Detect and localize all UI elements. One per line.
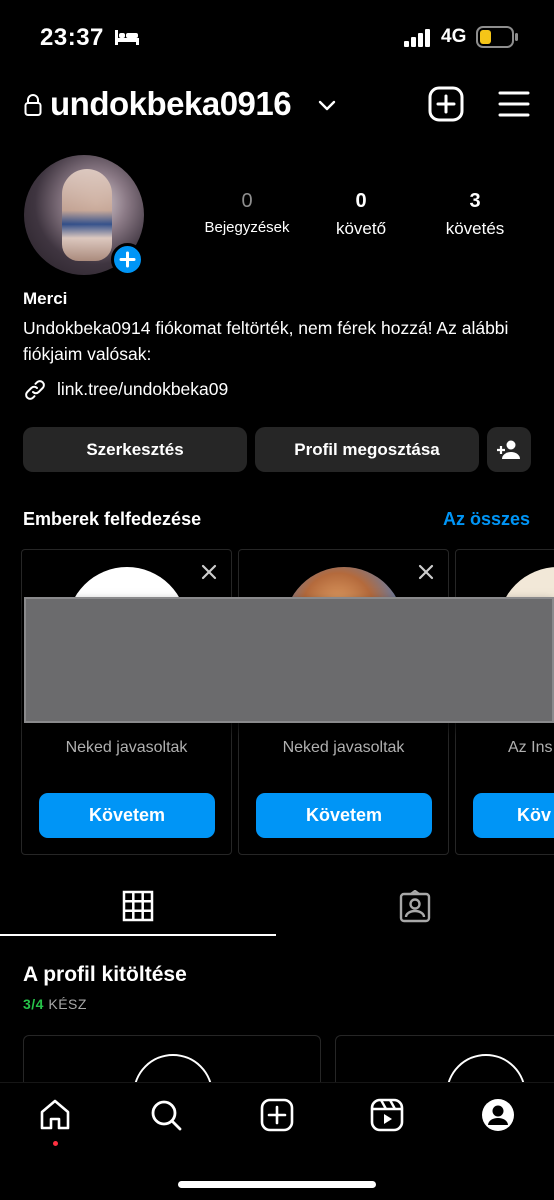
follow-button[interactable]: Követem — [39, 793, 215, 838]
followers-label: követő — [335, 219, 387, 238]
close-icon[interactable] — [201, 564, 217, 580]
tab-tagged[interactable] — [276, 880, 554, 936]
progress-label: KÉSZ — [48, 996, 87, 1012]
close-icon[interactable] — [418, 564, 434, 580]
lock-icon — [24, 94, 42, 116]
menu-icon[interactable] — [498, 89, 530, 119]
status-time: 23:37 — [40, 24, 104, 51]
see-all-link[interactable]: Az összes — [443, 509, 530, 530]
bed-icon — [115, 30, 139, 45]
nav-profile[interactable] — [480, 1097, 516, 1133]
notification-dot — [53, 1141, 58, 1146]
posts-label: Bejegyzések — [204, 219, 290, 236]
complete-profile-progress: 3/4 KÉSZ — [23, 996, 87, 1012]
username[interactable]: undokbeka0916 — [50, 85, 292, 123]
add-story-button[interactable] — [111, 243, 144, 276]
nav-reels[interactable] — [369, 1097, 405, 1133]
profile-header: undokbeka0916 — [0, 82, 554, 128]
suggestion-subtitle: Az Ins… ajánl… — [508, 739, 554, 756]
tab-posts-grid[interactable] — [0, 880, 276, 936]
profile-icon — [482, 1099, 514, 1131]
discover-people-button[interactable] — [487, 427, 531, 472]
add-post-icon[interactable] — [428, 86, 464, 122]
network-type: 4G — [441, 26, 467, 47]
discover-title: Emberek felfedezése — [23, 509, 202, 529]
follow-button[interactable]: Köv — [473, 793, 554, 838]
share-profile-button[interactable]: Profil megosztása — [255, 427, 479, 472]
tagged-icon — [399, 890, 431, 923]
display-name: Merci — [23, 289, 68, 308]
nav-new-post[interactable] — [259, 1097, 295, 1133]
link-icon — [25, 380, 45, 400]
following-stat[interactable]: 3 követés — [430, 190, 520, 239]
suggestion-subtitle: Neked javasoltak — [282, 739, 405, 756]
following-label: követés — [445, 219, 505, 238]
progress-done: 3/4 — [23, 996, 44, 1012]
plus-icon — [119, 251, 136, 268]
complete-profile-title: A profil kitöltése — [23, 963, 187, 986]
grid-icon — [122, 890, 154, 922]
nav-search[interactable] — [148, 1097, 184, 1133]
suggestion-subtitle: Neked javasoltak — [65, 739, 188, 756]
following-count: 3 — [469, 190, 481, 212]
battery-icon — [476, 26, 518, 48]
redaction-overlay — [24, 597, 554, 723]
followers-count: 0 — [355, 190, 367, 212]
signal-icon — [404, 29, 430, 47]
bio-text: Undokbeka0914 fiókomat feltörték, nem fé… — [23, 318, 509, 364]
reels-icon — [370, 1098, 404, 1132]
nav-home[interactable] — [37, 1097, 73, 1133]
home-icon — [40, 1099, 70, 1130]
status-bar: 23:37 4G — [0, 0, 554, 70]
follow-button[interactable]: Követem — [256, 793, 432, 838]
add-person-icon — [497, 440, 520, 459]
followers-stat[interactable]: 0 követő — [318, 190, 404, 239]
chevron-down-icon[interactable] — [317, 98, 337, 112]
edit-profile-button[interactable]: Szerkesztés — [23, 427, 247, 472]
bio-link[interactable]: link.tree/undokbeka09 — [57, 379, 228, 400]
avatar-photo — [62, 169, 112, 261]
posts-count: 0 — [241, 190, 253, 212]
home-indicator — [178, 1181, 376, 1188]
new-post-icon — [260, 1098, 294, 1132]
posts-stat: 0 Bejegyzések — [190, 190, 304, 236]
search-icon — [151, 1100, 182, 1131]
